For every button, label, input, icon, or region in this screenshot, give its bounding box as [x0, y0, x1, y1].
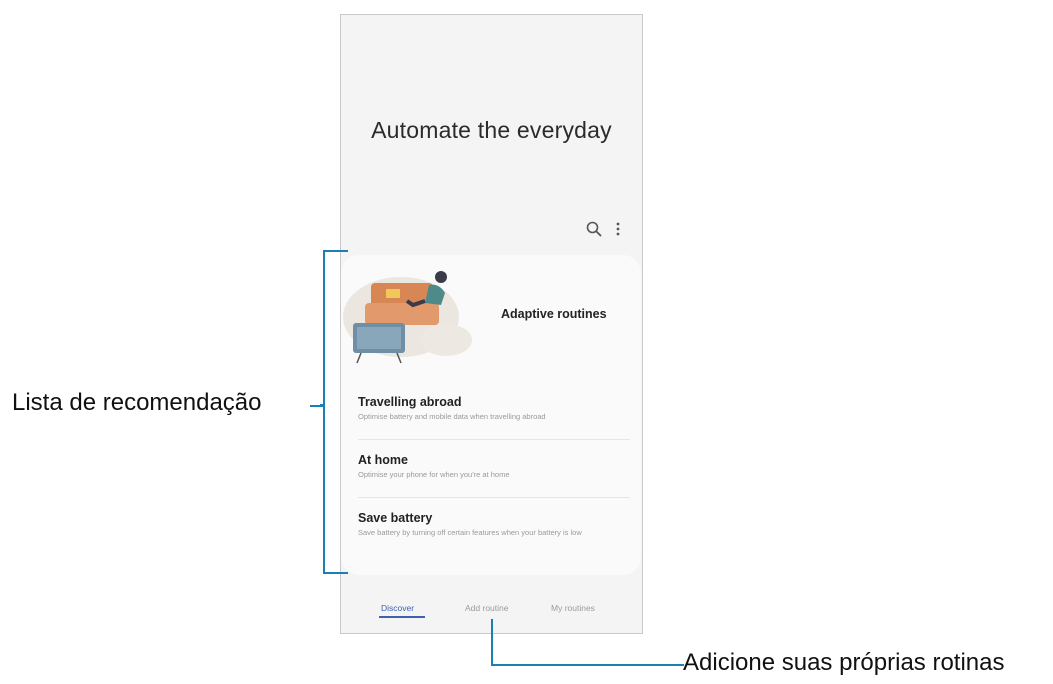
routine-item-desc: Optimise your phone for when you're at h… [358, 470, 510, 479]
adaptive-routines-link[interactable]: Adaptive routines [501, 307, 607, 321]
divider [358, 439, 630, 440]
tab-add-routine[interactable]: Add routine [465, 603, 508, 613]
routine-item-save-battery[interactable]: Save battery Save battery by turning off… [358, 511, 630, 538]
search-icon[interactable] [585, 220, 603, 238]
tab-active-indicator [379, 616, 425, 618]
annotation-leader-line [310, 405, 324, 407]
divider [358, 497, 630, 498]
routine-item-title: At home [358, 453, 408, 467]
hero-title: Automate the everyday [371, 117, 612, 143]
routine-item-desc: Save battery by turning off certain feat… [358, 528, 582, 537]
more-vert-icon[interactable] [613, 219, 623, 239]
tab-my-routines[interactable]: My routines [551, 603, 595, 613]
annotation-recommendation-list: Lista de recomendação [12, 389, 262, 416]
recommendation-card: Adaptive routines Travelling abroad Opti… [341, 255, 641, 575]
annotation-add-own-routines: Adicione suas próprias rotinas [683, 649, 1005, 676]
routine-item-title: Travelling abroad [358, 395, 462, 409]
annotation-bracket [320, 250, 348, 574]
phone-screen: Automate the everyday Adaptive routines … [340, 14, 643, 634]
annotation-leader-line [491, 619, 684, 666]
routine-item-travelling-abroad[interactable]: Travelling abroad Optimise battery and m… [358, 395, 630, 422]
sofa-illustration-icon [343, 271, 472, 364]
routine-item-desc: Optimise battery and mobile data when tr… [358, 412, 546, 421]
routine-item-at-home[interactable]: At home Optimise your phone for when you… [358, 453, 630, 480]
routine-item-title: Save battery [358, 511, 433, 525]
tab-discover[interactable]: Discover [381, 603, 414, 613]
